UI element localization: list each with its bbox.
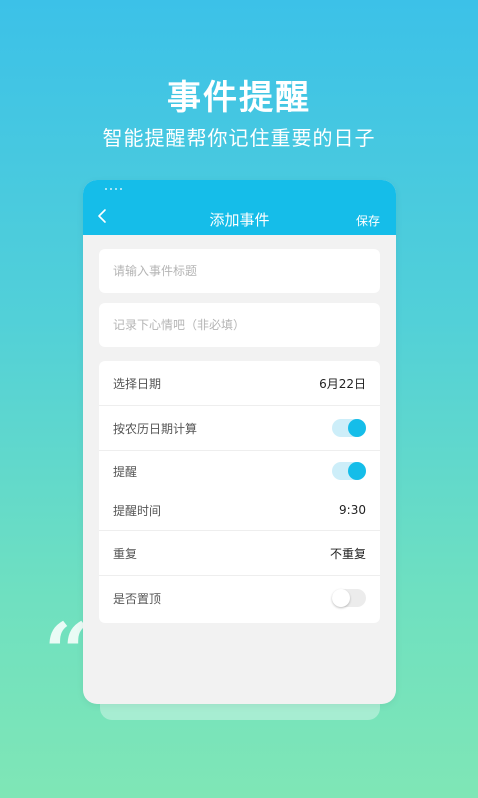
remind-row: 提醒: [113, 451, 366, 491]
page-title: 添加事件: [209, 211, 270, 229]
settings-panel: 选择日期 6月22日 按农历日期计算 提醒 提醒时间 9:30 重复 不重复 是…: [99, 361, 380, 623]
date-row[interactable]: 选择日期 6月22日: [113, 361, 366, 405]
remind-toggle[interactable]: [332, 462, 366, 480]
event-note-field: [99, 303, 380, 347]
remind-time-row[interactable]: 提醒时间 9:30: [113, 491, 366, 529]
remind-label: 提醒: [113, 464, 138, 479]
repeat-label: 重复: [113, 546, 138, 561]
lunar-toggle[interactable]: [332, 419, 366, 437]
date-value: 6月22日: [319, 376, 366, 391]
repeat-row[interactable]: 重复 不重复: [113, 531, 366, 575]
pin-toggle[interactable]: [332, 589, 366, 607]
navbar: 添加事件 保存: [83, 180, 396, 235]
pin-label: 是否置顶: [113, 591, 162, 606]
save-button[interactable]: 保存: [356, 212, 380, 229]
event-title-field: [99, 249, 380, 293]
hero-subtitle: 智能提醒帮你记住重要的日子: [102, 126, 376, 150]
lunar-label: 按农历日期计算: [113, 421, 198, 436]
repeat-value: 不重复: [329, 546, 366, 561]
pin-row: 是否置顶: [113, 576, 366, 620]
lunar-row: 按农历日期计算: [113, 406, 366, 450]
date-label: 选择日期: [113, 376, 162, 391]
phone-mockup: 添加事件 保存 选择日期 6月22日 按农历日期计算 提醒 提醒时间 9:30 …: [83, 180, 396, 704]
status-bar-dots: [105, 188, 122, 190]
hero-title: 事件提醒: [167, 78, 311, 118]
event-title-input[interactable]: [99, 264, 380, 278]
event-note-input[interactable]: [99, 318, 380, 332]
remind-time-value: 9:30: [339, 503, 366, 517]
remind-time-label: 提醒时间: [113, 503, 162, 518]
